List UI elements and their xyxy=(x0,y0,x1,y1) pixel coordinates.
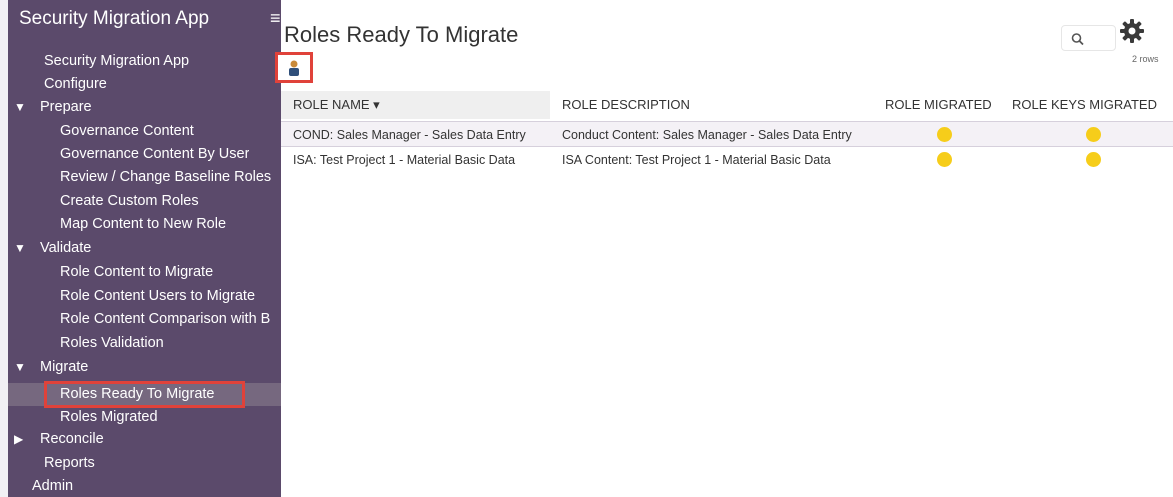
chevron-down-icon: ▼ xyxy=(14,360,26,374)
sidebar-item-review-change-baseline-roles[interactable]: Review / Change Baseline Roles xyxy=(60,166,271,189)
sidebar-item-map-content-to-new-role[interactable]: Map Content to New Role xyxy=(60,213,226,236)
sidebar-item-role-content-users-to-migrate[interactable]: Role Content Users to Migrate xyxy=(60,285,255,308)
sidebar-group-label: Migrate xyxy=(40,359,89,375)
sidebar-item-roles-migrated[interactable]: Roles Migrated xyxy=(60,406,158,429)
search-icon xyxy=(1071,33,1084,46)
cell-role-description: ISA Content: Test Project 1 - Material B… xyxy=(562,153,831,167)
sidebar-item-role-content-comparison[interactable]: Role Content Comparison with B xyxy=(60,308,270,331)
sidebar-item-security-migration-app[interactable]: Security Migration App xyxy=(44,50,189,73)
search-input[interactable] xyxy=(1061,25,1116,51)
hamburger-menu-icon[interactable]: ≡ xyxy=(270,8,281,29)
sidebar-group-reconcile[interactable]: ▶ Reconcile xyxy=(12,428,104,451)
status-dot-icon xyxy=(937,127,952,142)
row-count-label: 2 rows xyxy=(1132,54,1159,64)
page-title: Roles Ready To Migrate xyxy=(284,22,519,47)
gear-icon[interactable] xyxy=(1119,18,1145,44)
column-header-role-keys-migrated[interactable]: ROLE KEYS MIGRATED xyxy=(1012,91,1157,119)
table-row[interactable]: ISA: Test Project 1 - Material Basic Dat… xyxy=(281,147,1173,173)
status-dot-icon xyxy=(937,152,952,167)
cell-role-description: Conduct Content: Sales Manager - Sales D… xyxy=(562,128,852,142)
sidebar-group-prepare[interactable]: ▼ Prepare xyxy=(12,96,92,119)
table-row[interactable]: COND: Sales Manager - Sales Data Entry C… xyxy=(281,121,1173,147)
chevron-right-icon: ▶ xyxy=(14,432,24,446)
main-content: Roles Ready To Migrate 2 rows ROLE NAME … xyxy=(275,0,1173,497)
sidebar: Security Migration App ≡ Security Migrat… xyxy=(0,0,281,497)
status-dot-icon xyxy=(1086,127,1101,142)
sidebar-group-migrate[interactable]: ▼ Migrate xyxy=(12,356,88,379)
user-filter-button[interactable] xyxy=(275,52,313,83)
sidebar-group-label: Reconcile xyxy=(40,431,104,447)
sidebar-item-governance-content-by-user[interactable]: Governance Content By User xyxy=(60,143,249,166)
sidebar-item-governance-content[interactable]: Governance Content xyxy=(60,120,194,143)
column-header-role-name[interactable]: ROLE NAME ▾ xyxy=(293,91,380,119)
sidebar-item-configure[interactable]: Configure xyxy=(44,73,107,96)
sidebar-group-label: Prepare xyxy=(40,99,92,115)
column-header-role-description[interactable]: ROLE DESCRIPTION xyxy=(562,91,690,119)
user-icon xyxy=(289,60,299,76)
column-header-role-migrated[interactable]: ROLE MIGRATED xyxy=(885,91,992,119)
cell-role-name: ISA: Test Project 1 - Material Basic Dat… xyxy=(293,153,516,167)
sidebar-item-create-custom-roles[interactable]: Create Custom Roles xyxy=(60,190,199,213)
sidebar-item-role-content-to-migrate[interactable]: Role Content to Migrate xyxy=(60,261,213,284)
app-title[interactable]: Security Migration App xyxy=(19,8,209,30)
chevron-down-icon: ▼ xyxy=(14,100,26,114)
status-dot-icon xyxy=(1086,152,1101,167)
sidebar-item-roles-validation[interactable]: Roles Validation xyxy=(60,332,164,355)
cell-role-name: COND: Sales Manager - Sales Data Entry xyxy=(293,128,526,142)
highlight-annotation xyxy=(44,381,245,408)
table-header: ROLE NAME ▾ ROLE DESCRIPTION ROLE MIGRAT… xyxy=(281,91,1173,119)
chevron-down-icon: ▼ xyxy=(14,241,26,255)
sidebar-item-admin[interactable]: Admin xyxy=(32,475,73,497)
sidebar-group-label: Validate xyxy=(40,240,92,256)
sidebar-item-reports[interactable]: Reports xyxy=(44,452,95,475)
sidebar-group-validate[interactable]: ▼ Validate xyxy=(12,237,91,260)
